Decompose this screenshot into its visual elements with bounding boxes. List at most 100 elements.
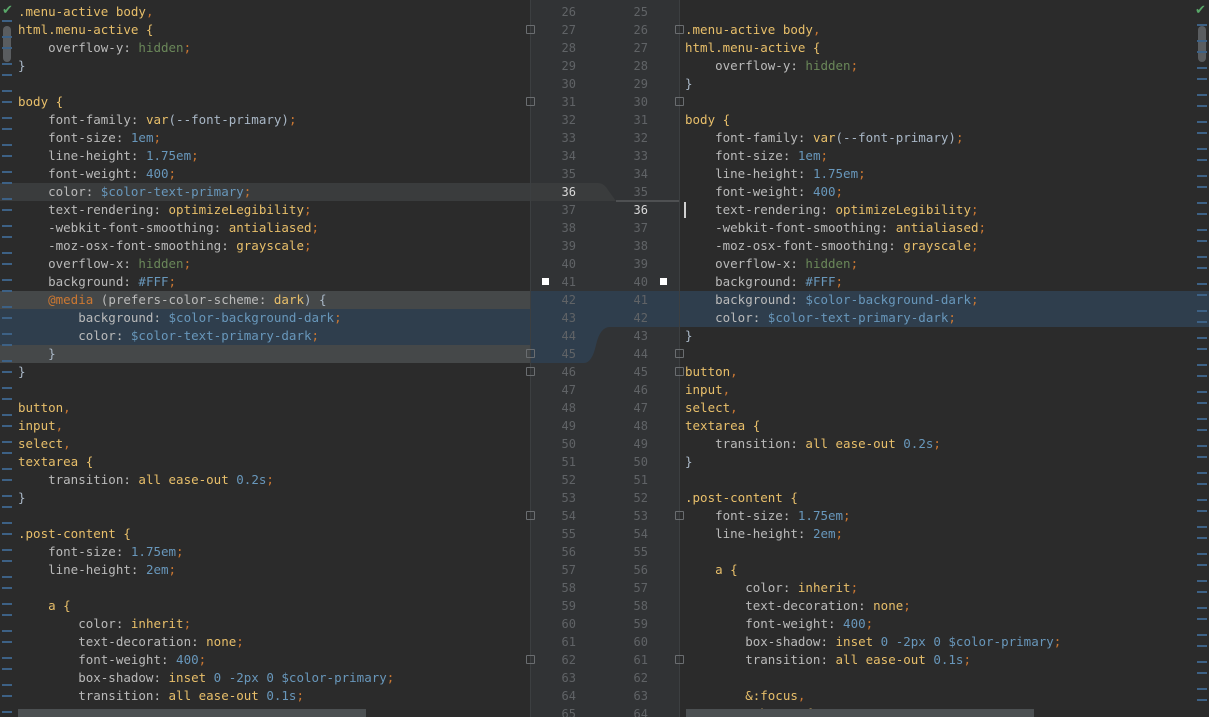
code-line[interactable]: line-height: 2em; [0,561,530,579]
change-stripe-mark[interactable] [1197,348,1207,350]
code-line[interactable]: .menu-active body, [679,21,1209,39]
right-line-number[interactable]: 32 [608,129,648,147]
change-stripe-mark[interactable] [2,371,12,373]
right-line-number[interactable]: 59 [608,615,648,633]
change-stripe-mark[interactable] [1197,294,1207,296]
change-stripe-mark[interactable] [2,522,12,524]
left-editor-pane[interactable]: .menu-active body, html.menu-active { ove… [0,0,530,717]
code-line[interactable]: .post-content { [679,489,1209,507]
code-line[interactable]: overflow-x: hidden; [0,255,530,273]
code-line[interactable]: } [679,453,1209,471]
change-stripe-mark[interactable] [1197,429,1207,431]
change-stripe-mark[interactable] [1197,283,1207,285]
change-stripe-mark[interactable] [2,63,12,65]
right-line-number[interactable]: 57 [608,579,648,597]
code-line[interactable]: -webkit-font-smoothing: antialiased; [0,219,530,237]
left-line-number[interactable]: 61 [536,633,576,651]
change-stripe-mark[interactable] [2,441,12,443]
right-line-number[interactable]: 35 [608,183,648,201]
right-line-number[interactable]: 53 [608,507,648,525]
change-stripe-mark[interactable] [2,47,12,49]
change-stripe-mark[interactable] [2,279,12,281]
code-line[interactable] [679,669,1209,687]
change-stripe-mark[interactable] [2,560,12,562]
left-line-number[interactable]: 30 [536,75,576,93]
code-line[interactable]: -moz-osx-font-smoothing: grayscale; [679,237,1209,255]
right-line-number[interactable]: 56 [608,561,648,579]
right-line-number[interactable]: 34 [608,165,648,183]
left-line-number[interactable]: 31 [536,93,576,111]
right-line-number[interactable]: 30 [608,93,648,111]
left-line-number[interactable]: 50 [536,435,576,453]
change-stripe-mark[interactable] [2,306,12,308]
code-line[interactable]: @media (prefers-color-scheme: dark) { [0,291,530,309]
change-stripe-mark[interactable] [1197,456,1207,458]
change-stripe-mark[interactable] [1197,256,1207,258]
change-stripe-mark[interactable] [1197,472,1207,474]
change-stripe-mark[interactable] [1197,51,1207,53]
change-stripe-mark[interactable] [1197,267,1207,269]
change-stripe-mark[interactable] [2,695,12,697]
code-line[interactable]: text-rendering: optimizeLegibility; [679,201,1209,219]
left-line-number[interactable]: 53 [536,489,576,507]
right-line-number[interactable]: 31 [608,111,648,129]
change-stripe-mark[interactable] [2,36,12,38]
right-line-number[interactable]: 54 [608,525,648,543]
code-line[interactable]: text-decoration: none; [0,633,530,651]
change-stripe-mark[interactable] [2,290,12,292]
change-stripe-mark[interactable] [2,603,12,605]
change-stripe-mark[interactable] [2,117,12,119]
left-line-number[interactable]: 27 [536,21,576,39]
code-line[interactable]: } [0,363,530,381]
fold-marker-icon[interactable] [675,349,684,358]
right-line-number[interactable]: 52 [608,489,648,507]
right-line-number[interactable]: 51 [608,471,648,489]
right-error-stripe[interactable] [1195,0,1209,717]
change-stripe-mark[interactable] [1197,213,1207,215]
left-line-number[interactable]: 58 [536,579,576,597]
right-editor-pane[interactable]: .menu-active body, html.menu-active { ove… [679,0,1209,717]
change-stripe-mark[interactable] [2,398,12,400]
left-line-number[interactable]: 43 [536,309,576,327]
change-stripe-mark[interactable] [2,144,12,146]
code-line[interactable]: background: $color-background-dark; [0,309,530,327]
change-stripe-mark[interactable] [2,317,12,319]
change-stripe-mark[interactable] [1197,618,1207,620]
code-line[interactable]: background: #FFF; [0,273,530,291]
change-stripe-mark[interactable] [2,587,12,589]
change-stripe-mark[interactable] [1197,364,1207,366]
change-stripe-mark[interactable] [1197,564,1207,566]
code-line[interactable]: } [0,57,530,75]
change-stripe-mark[interactable] [1197,445,1207,447]
code-line[interactable]: a { [679,561,1209,579]
change-stripe-mark[interactable] [2,576,12,578]
change-stripe-mark[interactable] [2,74,12,76]
change-stripe-mark[interactable] [2,360,12,362]
code-line[interactable]: font-weight: 400; [0,165,530,183]
change-stripe-mark[interactable] [2,711,12,713]
right-line-number[interactable]: 63 [608,687,648,705]
right-line-number[interactable]: 43 [608,327,648,345]
code-line[interactable]: textarea { [0,453,530,471]
left-line-number[interactable]: 51 [536,453,576,471]
vertical-scroll-thumb[interactable] [3,26,11,62]
vertical-scroll-thumb[interactable] [1198,26,1206,62]
left-line-number[interactable]: 42 [536,291,576,309]
left-line-number[interactable]: 52 [536,471,576,489]
change-stripe-mark[interactable] [1197,537,1207,539]
code-line[interactable]: -moz-osx-font-smoothing: grayscale; [0,237,530,255]
left-line-number[interactable]: 48 [536,399,576,417]
change-stripe-mark[interactable] [1197,24,1207,26]
code-line[interactable]: &:focus, [679,687,1209,705]
change-stripe-mark[interactable] [1197,310,1207,312]
apply-change-left-checkbox-icon[interactable] [542,278,549,285]
code-line[interactable]: overflow-y: hidden; [679,57,1209,75]
code-line[interactable]: font-size: 1.75em; [0,543,530,561]
code-line[interactable]: color: inherit; [0,615,530,633]
left-line-number[interactable]: 47 [536,381,576,399]
left-line-number[interactable]: 36 [536,183,576,201]
left-line-number[interactable]: 29 [536,57,576,75]
change-stripe-mark[interactable] [2,263,12,265]
fold-marker-icon[interactable] [526,25,535,34]
change-stripe-mark[interactable] [1197,375,1207,377]
